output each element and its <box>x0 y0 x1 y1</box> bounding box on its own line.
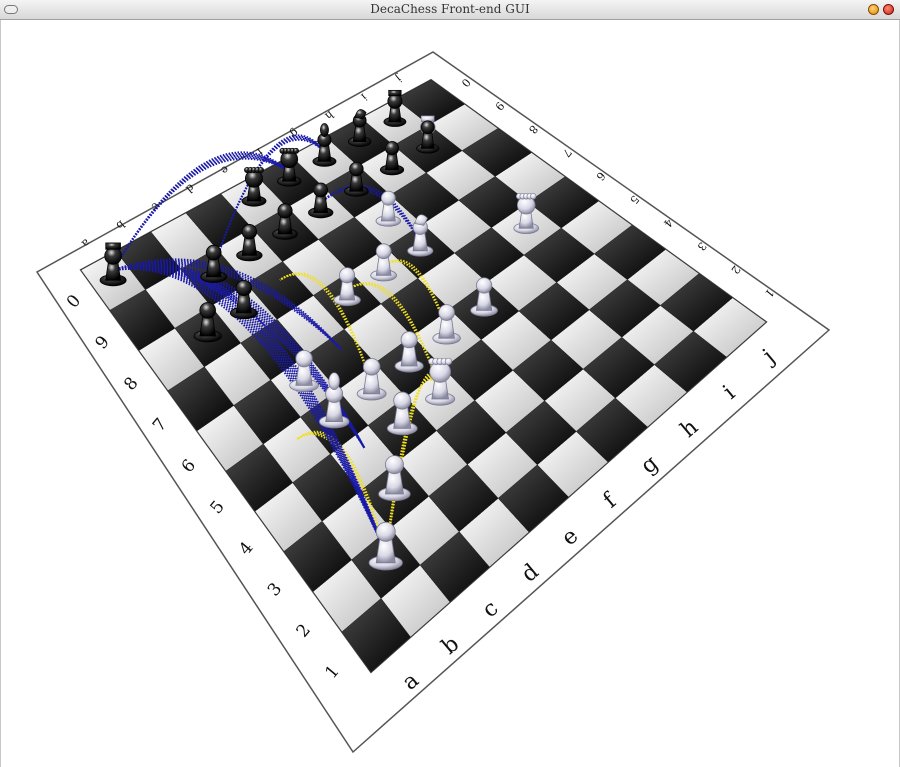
window-title: DecaChess Front-end GUI <box>370 2 530 16</box>
close-button[interactable] <box>883 4 894 15</box>
title-bar[interactable]: DecaChess Front-end GUI <box>0 0 900 20</box>
chess-board-3d[interactable]: aabbccddeeffgghhiijj11223344556677889900 <box>1 20 900 767</box>
minimize-button[interactable] <box>868 4 879 15</box>
board-viewport[interactable]: aabbccddeeffgghhiijj11223344556677889900 <box>0 20 900 767</box>
